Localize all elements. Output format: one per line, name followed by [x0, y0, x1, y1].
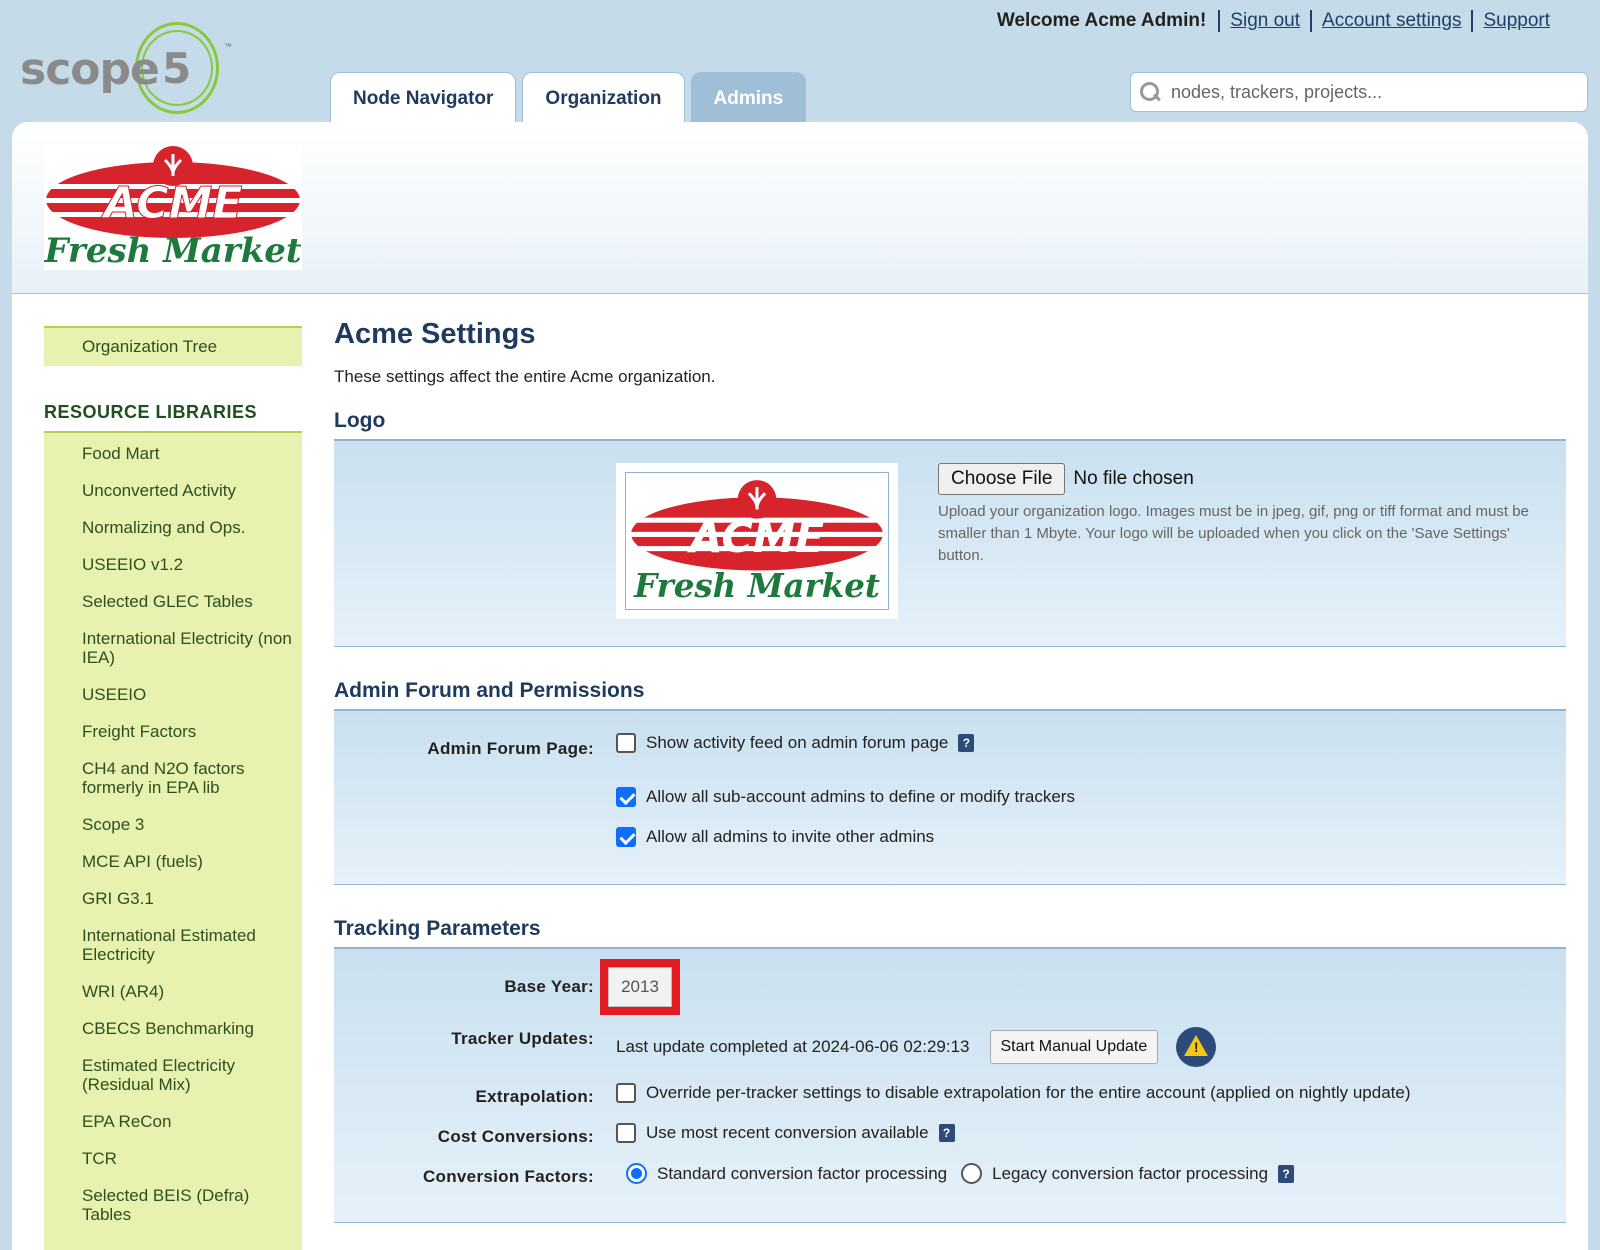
main-tabs: Node Navigator Organization Admins [330, 72, 807, 124]
sidebar-item-epa-recon[interactable]: EPA ReCon [44, 1105, 302, 1142]
sidebar-item-scope-3[interactable]: Scope 3 [44, 808, 302, 845]
standard-conversion-radio[interactable] [626, 1163, 647, 1184]
option-subaccount-trackers: Allow all sub-account admins to define o… [616, 787, 1075, 807]
welcome-text: Welcome Acme Admin! [996, 10, 1207, 31]
search-icon [1139, 81, 1161, 103]
cost-conversions-row: Use most recent conversion available ? [616, 1123, 955, 1143]
svg-text:Fresh Market: Fresh Market [633, 566, 880, 605]
subaccount-trackers-checkbox[interactable] [616, 787, 636, 807]
help-icon[interactable]: ? [958, 734, 975, 752]
acme-logo-graphic: ACME Fresh Market [43, 146, 302, 271]
org-logo: ACME Fresh Market [43, 144, 302, 271]
tab-admins[interactable]: Admins [690, 72, 807, 124]
sidebar-item-intl-electricity[interactable]: International Electricity (non IEA) [44, 622, 302, 678]
logo-section-title: Logo [334, 409, 1566, 441]
base-year-field[interactable]: 2013 [608, 967, 672, 1007]
logo-preview: ACME Fresh Market [616, 463, 898, 619]
extrapolation-checkbox[interactable] [616, 1083, 636, 1103]
logo-section: ACME Fresh Market Choose File No file ch… [334, 441, 1566, 647]
cost-conversions-label: Cost Conversions: [437, 1127, 594, 1146]
subaccount-trackers-label: Allow all sub-account admins to define o… [646, 787, 1075, 806]
invite-admins-checkbox[interactable] [616, 827, 636, 847]
settings-content: Acme Settings These settings affect the … [334, 312, 1566, 1223]
sidebar-item-beis-defra[interactable]: Selected BEIS (Defra) Tables [44, 1179, 302, 1235]
sidebar-item-unconverted-activity[interactable]: Unconverted Activity [44, 474, 302, 511]
tracker-updates-label: Tracker Updates: [451, 1029, 594, 1048]
tracker-updates-row: Last update completed at 2024-06-06 02:2… [616, 1027, 1217, 1067]
sidebar: Organization Tree RESOURCE LIBRARIES Foo… [44, 326, 302, 1250]
legacy-conversion-radio[interactable] [961, 1163, 983, 1184]
tracking-section: Base Year: 2013 Tracker Updates: Last up… [334, 949, 1566, 1223]
sidebar-item-normalizing-ops[interactable]: Normalizing and Ops. [44, 511, 302, 548]
logo-help-text: Upload your organization logo. Images mu… [938, 503, 1529, 564]
page-title: Acme Settings [334, 318, 536, 350]
sidebar-item-useeio-v12[interactable]: USEEIO v1.2 [44, 548, 302, 585]
account-settings-link[interactable]: Account settings [1310, 10, 1471, 32]
option-invite-admins: Allow all admins to invite other admins [616, 827, 934, 847]
base-year-highlight: 2013 [600, 959, 680, 1015]
cost-conversions-checkbox[interactable] [616, 1123, 636, 1143]
sidebar-item-mce-api[interactable]: MCE API (fuels) [44, 845, 302, 882]
sidebar-item-freight-factors[interactable]: Freight Factors [44, 715, 302, 752]
warning-icon[interactable]: ! [1176, 1027, 1217, 1067]
last-update-text: Last update completed at 2024-06-06 02:2… [616, 1037, 970, 1056]
acme-logo-preview-graphic: ACME Fresh Market [626, 480, 888, 605]
sidebar-item-organization-tree[interactable]: Organization Tree [44, 326, 302, 366]
top-navigation: Welcome Acme Admin! Sign out Account set… [997, 10, 1560, 32]
file-status: No file chosen [1073, 468, 1194, 489]
svg-text:Fresh Market: Fresh Market [44, 231, 302, 270]
main-panel: ACME Fresh Market Organization Tree RESO… [12, 122, 1588, 1250]
conversion-factors-row: Standard conversion factor processing Le… [626, 1163, 1295, 1184]
file-upload: Choose File No file chosen [938, 463, 1194, 495]
forum-section-title: Admin Forum and Permissions [334, 679, 1566, 711]
svg-text:ACME: ACME [101, 178, 243, 229]
sidebar-item-cbecs[interactable]: CBECS Benchmarking [44, 1012, 302, 1049]
page-description: These settings affect the entire Acme or… [334, 367, 716, 386]
extrapolation-label: Extrapolation: [475, 1087, 594, 1106]
standard-conversion-label: Standard conversion factor processing [657, 1163, 948, 1183]
sidebar-item-intl-estimated-electricity[interactable]: International Estimated Electricity [44, 919, 302, 975]
choose-file-button[interactable]: Choose File [938, 463, 1066, 495]
extrapolation-text: Override per-tracker settings to disable… [646, 1083, 1411, 1102]
sidebar-item-gri-g31[interactable]: GRI G3.1 [44, 882, 302, 919]
sidebar-item-estimated-electricity[interactable]: Estimated Electricity (Residual Mix) [44, 1049, 302, 1105]
scope5-logo[interactable]: scope 5 ™ [20, 18, 240, 118]
logo-number: 5 [162, 44, 192, 93]
resource-library-list: Food Mart Unconverted Activity Normalizi… [44, 433, 302, 1250]
sidebar-item-food-mart[interactable]: Food Mart [44, 437, 302, 474]
sidebar-item-tcr[interactable]: TCR [44, 1142, 302, 1179]
sidebar-heading: RESOURCE LIBRARIES [44, 402, 302, 433]
support-link[interactable]: Support [1471, 10, 1560, 32]
legacy-conversion-label: Legacy conversion factor processing [992, 1163, 1269, 1183]
activity-feed-label: Show activity feed on admin forum page [646, 733, 949, 752]
org-header: ACME Fresh Market [12, 122, 1588, 294]
forum-section: Admin Forum Page: Show activity feed on … [334, 711, 1566, 885]
invite-admins-label: Allow all admins to invite other admins [646, 827, 935, 846]
help-icon[interactable]: ? [938, 1124, 955, 1142]
start-manual-update-button[interactable]: Start Manual Update [989, 1030, 1159, 1064]
option-activity-feed: Show activity feed on admin forum page ? [616, 733, 975, 753]
extrapolation-row: Override per-tracker settings to disable… [616, 1083, 1411, 1103]
tracking-section-title: Tracking Parameters [334, 917, 1566, 949]
search-box[interactable] [1130, 72, 1588, 112]
warning-mark: ! [1193, 1039, 1199, 1055]
activity-feed-checkbox[interactable] [616, 733, 636, 753]
base-year-label: Base Year: [504, 977, 594, 996]
cost-conversions-text: Use most recent conversion available [646, 1123, 929, 1142]
help-icon[interactable]: ? [1278, 1164, 1295, 1183]
conversion-factors-label: Conversion Factors: [422, 1167, 594, 1186]
tab-node-navigator[interactable]: Node Navigator [330, 72, 517, 124]
svg-text:ACME: ACME [687, 513, 825, 563]
sidebar-item-glec-tables[interactable]: Selected GLEC Tables [44, 585, 302, 622]
tab-organization[interactable]: Organization [522, 72, 685, 124]
search-input[interactable] [1171, 81, 1571, 103]
admin-forum-label: Admin Forum Page: [427, 739, 594, 758]
sidebar-item-wri-ar4[interactable]: WRI (AR4) [44, 975, 302, 1012]
sign-out-link[interactable]: Sign out [1218, 10, 1310, 32]
sidebar-item-ch4-n2o[interactable]: CH4 and N2O factors formerly in EPA lib [44, 752, 302, 808]
logo-word: scope [20, 44, 160, 95]
logo-trademark: ™ [224, 42, 232, 51]
sidebar-item-useeio[interactable]: USEEIO [44, 678, 302, 715]
